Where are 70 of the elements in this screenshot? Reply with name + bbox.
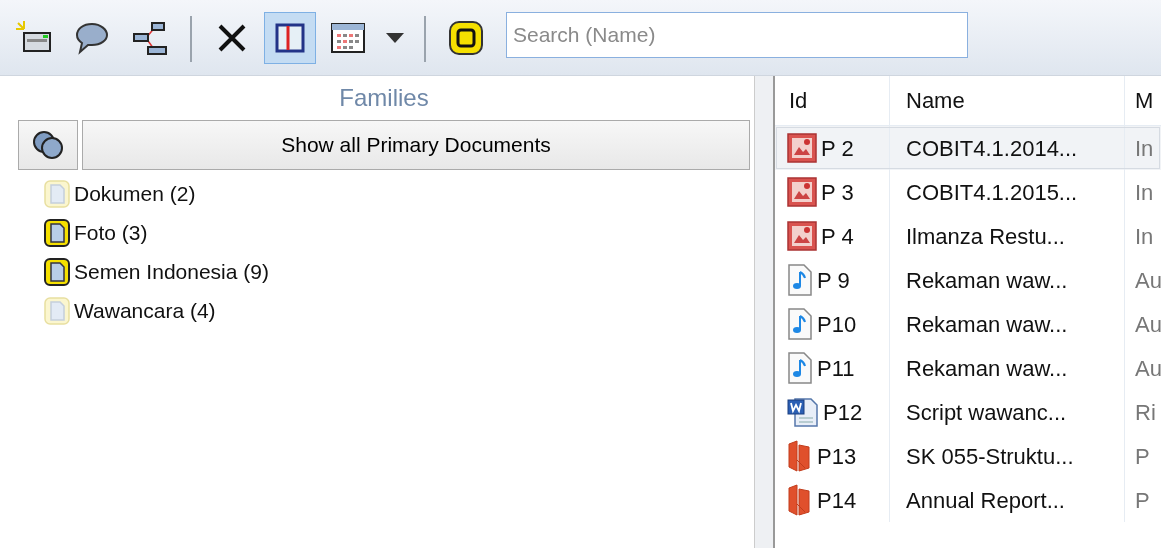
id-cell-text: P14 [817, 486, 857, 515]
music-file-icon [787, 352, 813, 384]
panel-title: Families [338, 83, 430, 113]
network-icon [132, 20, 168, 56]
name-cell-text: Rekaman waw... [906, 310, 1068, 339]
family-label: Dokumen (2) [74, 180, 196, 207]
search-field[interactable]: Search (Name) [506, 12, 968, 58]
name-cell-text: Rekaman waw... [906, 354, 1068, 383]
id-cell-text: P10 [817, 310, 857, 339]
table-cell-text: In [1135, 178, 1154, 207]
table-cell-text: Au [1135, 310, 1161, 339]
presentation-icon [787, 133, 817, 163]
caret-icon [386, 33, 404, 43]
speech-bubble-icon [74, 21, 110, 55]
family-item[interactable]: Dokumen (2) [18, 174, 750, 213]
id-cell-text: P 3 [821, 178, 854, 207]
table-row[interactable]: P 4 Ilmanza Restu... In [775, 214, 1161, 258]
presentation-icon [787, 177, 817, 207]
presentation-icon [787, 221, 817, 251]
table-row[interactable]: P13 SK 055-Struktu... P [775, 434, 1161, 478]
split-pane-icon [275, 23, 305, 53]
table-row[interactable]: P12 Script wawanc... Ri [775, 390, 1161, 434]
table-cell-text: Au [1135, 354, 1161, 383]
column-header[interactable]: M [1125, 76, 1161, 125]
table-cell-text: P [1135, 486, 1150, 515]
toolbar-button[interactable] [264, 12, 316, 64]
name-cell-text: Annual Report... [906, 486, 1065, 515]
music-file-icon [787, 308, 813, 340]
pdf-icon [787, 440, 813, 472]
pdf-icon [787, 484, 813, 516]
column-header[interactable]: Id [775, 76, 890, 125]
family-item[interactable]: Semen Indonesia (9) [18, 252, 750, 291]
family-item[interactable]: Wawancara (4) [18, 291, 750, 330]
family-label: Foto (3) [74, 219, 148, 246]
name-cell-text: Script wawanc... [906, 398, 1067, 427]
table-row[interactable]: P11 Rekaman waw... Au [775, 346, 1161, 390]
word-document-icon [787, 396, 819, 428]
name-cell-text: Rekaman waw... [906, 266, 1068, 295]
table-cell-text: In [1135, 134, 1154, 163]
filter-icon [448, 20, 484, 56]
family-item[interactable]: Foto (3) [18, 213, 750, 252]
table-cell-text: Au [1135, 266, 1161, 295]
column-header[interactable]: Name [890, 76, 1125, 125]
id-cell-text: P12 [823, 398, 863, 427]
table-row[interactable]: P14 Annual Report... P [775, 478, 1161, 522]
table-row[interactable]: P 9 Rekaman waw... Au [775, 258, 1161, 302]
family-label: Wawancara (4) [74, 297, 216, 324]
table-row[interactable]: P 2 COBIT4.1.2014... In [775, 126, 1161, 170]
close-icon [216, 22, 248, 54]
name-cell-text: COBIT4.1.2014... [906, 134, 1078, 163]
id-cell-text: P11 [817, 354, 855, 383]
table-cell-text: Ri [1135, 398, 1156, 427]
table-row[interactable]: P 3 COBIT4.1.2015... In [775, 170, 1161, 214]
name-cell-text: COBIT4.1.2015... [906, 178, 1078, 207]
table-cell-text: P [1135, 442, 1150, 471]
family-toggle-button[interactable] [18, 120, 78, 170]
table-row[interactable]: P10 Rekaman waw... Au [775, 302, 1161, 346]
new-document-icon [16, 21, 52, 55]
id-cell-text: P 2 [821, 134, 854, 163]
calendar-icon [330, 22, 366, 54]
id-cell-text: P13 [817, 442, 857, 471]
name-cell-text: SK 055-Struktu... [906, 442, 1074, 471]
table-cell-text: In [1135, 222, 1154, 251]
id-cell-text: P 4 [821, 222, 854, 251]
overlapping-circles-icon [32, 130, 64, 160]
music-file-icon [787, 264, 813, 296]
show-all-button[interactable]: Show all Primary Documents [82, 120, 750, 170]
family-label: Semen Indonesia (9) [74, 258, 269, 285]
name-cell-text: Ilmanza Restu... [906, 222, 1065, 251]
id-cell-text: P 9 [817, 266, 850, 295]
